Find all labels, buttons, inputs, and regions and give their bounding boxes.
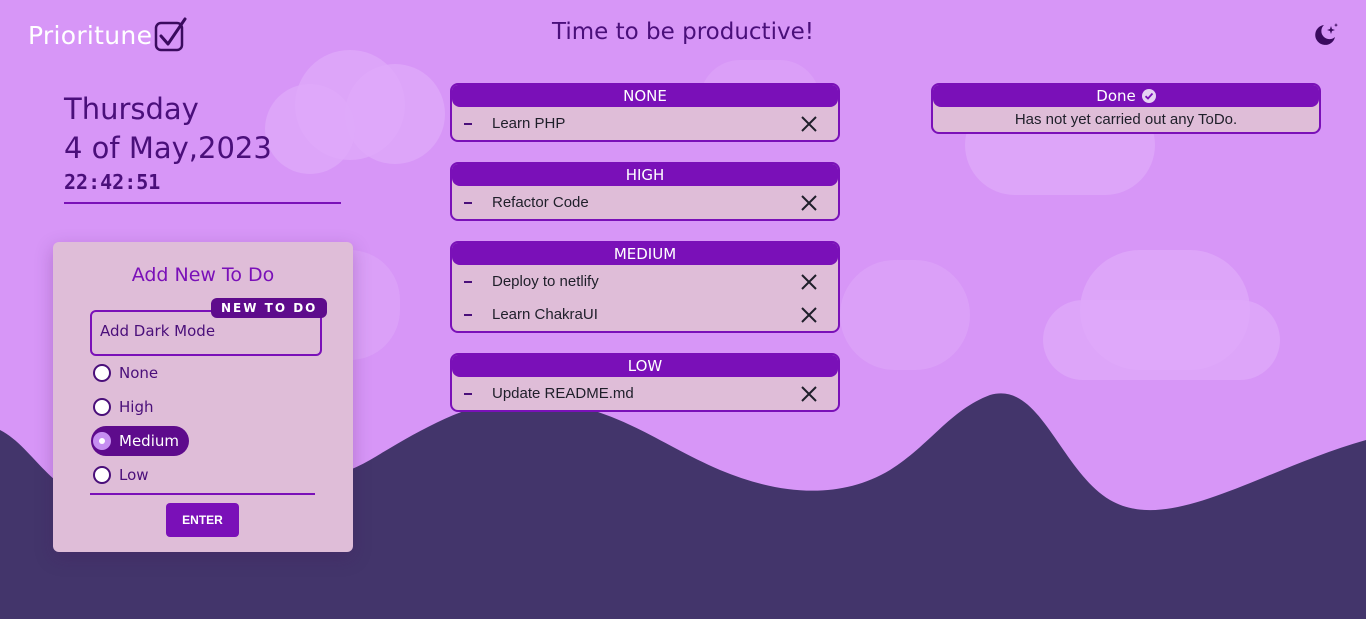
delete-task-button[interactable]: [800, 385, 818, 403]
group-title: HIGH: [452, 164, 838, 186]
radio-button[interactable]: [93, 466, 111, 484]
divider: [64, 202, 341, 204]
task-label: Learn PHP: [492, 115, 566, 132]
delete-task-button[interactable]: [800, 194, 818, 212]
dash-icon: [464, 280, 472, 283]
group-title: MEDIUM: [452, 243, 838, 265]
dash-icon: [464, 392, 472, 395]
done-header: Done: [933, 85, 1319, 107]
task-label: Refactor Code: [492, 194, 589, 211]
task-item: Deploy to netlify: [452, 265, 838, 298]
check-circle-icon: [1141, 89, 1156, 103]
date-label: 4 of May,2023: [64, 131, 272, 165]
done-group: Done Has not yet carried out any ToDo.: [931, 83, 1321, 134]
close-icon: [801, 385, 817, 402]
task-label: Deploy to netlify: [492, 273, 599, 290]
todo-group-none: NONE Learn PHP: [450, 83, 840, 142]
dash-icon: [464, 313, 472, 316]
close-icon: [801, 115, 817, 132]
group-title: LOW: [452, 355, 838, 377]
close-icon: [801, 273, 817, 290]
moon-stars-icon: [1315, 23, 1338, 45]
group-title: NONE: [452, 85, 838, 107]
priority-option-low[interactable]: Low: [91, 460, 159, 490]
add-todo-card: Add New To Do NEW TO DO None High Medium…: [53, 242, 353, 552]
group-title: Done: [1096, 87, 1136, 105]
task-item: Update README.md: [452, 377, 838, 410]
task-item: Learn ChakraUI: [452, 298, 838, 331]
priority-option-medium[interactable]: Medium: [91, 426, 189, 456]
priority-option-none[interactable]: None: [91, 358, 168, 388]
radio-label: Low: [119, 466, 149, 484]
close-icon: [801, 194, 817, 211]
close-icon: [801, 306, 817, 323]
radio-label: None: [119, 364, 159, 382]
radio-button[interactable]: [93, 364, 111, 382]
date-panel: Thursday 4 of May,2023 22:42:51: [64, 90, 342, 204]
task-label: Learn ChakraUI: [492, 306, 598, 323]
empty-message: Has not yet carried out any ToDo.: [1014, 111, 1238, 128]
todo-group-low: LOW Update README.md: [450, 353, 840, 412]
delete-task-button[interactable]: [800, 273, 818, 291]
dash-icon: [464, 122, 472, 125]
weekday-label: Thursday: [64, 92, 199, 126]
page-title: Time to be productive!: [552, 19, 814, 45]
dash-icon: [464, 201, 472, 204]
priority-option-high[interactable]: High: [91, 392, 163, 422]
clock-label: 22:42:51: [64, 170, 161, 194]
theme-toggle-button[interactable]: [1310, 20, 1340, 50]
delete-task-button[interactable]: [800, 115, 818, 133]
add-todo-title: Add New To Do: [131, 264, 275, 286]
enter-button[interactable]: ENTER: [166, 503, 239, 537]
radio-button[interactable]: [93, 398, 111, 416]
task-item: Learn PHP: [452, 107, 838, 140]
delete-task-button[interactable]: [800, 306, 818, 324]
task-item: Refactor Code: [452, 186, 838, 219]
input-label-tag: NEW TO DO: [211, 298, 328, 318]
divider: [90, 493, 315, 495]
todo-group-medium: MEDIUM Deploy to netlify Learn ChakraUI: [450, 241, 840, 333]
todo-group-high: HIGH Refactor Code: [450, 162, 840, 221]
radio-label: Medium: [119, 432, 179, 450]
task-label: Update README.md: [492, 385, 634, 402]
radio-label: High: [119, 398, 154, 416]
radio-button[interactable]: [93, 432, 111, 450]
